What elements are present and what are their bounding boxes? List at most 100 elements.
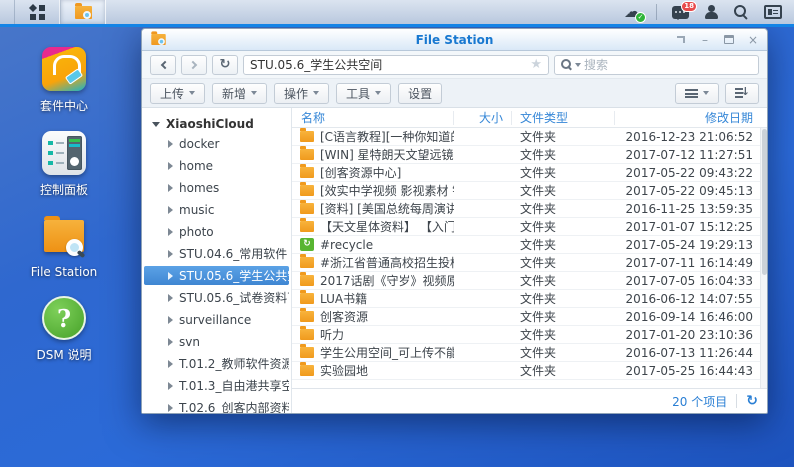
scrollbar-thumb[interactable] bbox=[762, 129, 767, 275]
path-input[interactable] bbox=[250, 58, 530, 72]
sort-button[interactable] bbox=[725, 83, 759, 104]
table-row[interactable]: [效实中学视频 影视素材 锦集] [... 文件夹 2017-05-22 09:… bbox=[292, 182, 767, 200]
chevron-down-icon bbox=[251, 91, 257, 95]
sidebar-item[interactable]: home bbox=[144, 156, 289, 175]
sidebar-item[interactable]: STU.05.6_试卷资料下载 bbox=[144, 288, 289, 307]
back-button[interactable] bbox=[150, 55, 176, 75]
file-name-cell: #recycle bbox=[292, 238, 454, 252]
table-row[interactable]: [C语言教程][一种你知道的第N+... 文件夹 2016-12-23 21:0… bbox=[292, 128, 767, 146]
desktop-icon-file-station[interactable]: File Station bbox=[14, 215, 114, 279]
chevron-right-icon[interactable] bbox=[168, 360, 173, 368]
search-box[interactable] bbox=[554, 55, 759, 75]
column-header-size[interactable]: 大小 bbox=[454, 111, 512, 125]
scrollbar-track[interactable] bbox=[760, 128, 767, 388]
sidebar-item[interactable]: docker bbox=[144, 134, 289, 153]
table-row[interactable]: 实验园地 文件夹 2017-05-25 16:44:43 bbox=[292, 362, 767, 380]
table-row[interactable]: [WIN] 星特朗天文望远镜CD软件 文件夹 2017-07-12 11:27:… bbox=[292, 146, 767, 164]
chevron-right-icon[interactable] bbox=[168, 338, 173, 346]
sidebar-item[interactable]: T.01.3_自由港共享空间 bbox=[144, 376, 289, 395]
table-row[interactable]: 2017话剧《守岁》视频原文件 文件夹 2017-07-05 16:04:33 bbox=[292, 272, 767, 290]
sidebar-item[interactable]: T.01.2_教师软件资源区 bbox=[144, 354, 289, 373]
table-row[interactable]: 听力 文件夹 2017-01-20 23:10:36 bbox=[292, 326, 767, 344]
desktop-icon-dsm-help[interactable]: ? DSM 说明 bbox=[14, 296, 114, 363]
sidebar-item[interactable]: surveillance bbox=[144, 310, 289, 329]
file-date-cell: 2017-07-05 16:04:33 bbox=[615, 274, 767, 288]
sidebar-item[interactable]: photo bbox=[144, 222, 289, 241]
chevron-right-icon[interactable] bbox=[168, 382, 173, 390]
minimize-button[interactable]: – bbox=[699, 34, 711, 46]
chevron-right-icon[interactable] bbox=[168, 404, 173, 412]
sidebar-item[interactable]: svn bbox=[144, 332, 289, 351]
table-row[interactable]: #recycle 文件夹 2017-05-24 19:29:13 bbox=[292, 236, 767, 254]
file-name: 实验园地 bbox=[320, 362, 368, 379]
table-row[interactable]: LUA书籍 文件夹 2016-06-12 14:07:55 bbox=[292, 290, 767, 308]
action-button[interactable]: 操作 bbox=[274, 83, 329, 104]
column-header-name[interactable]: 名称 bbox=[292, 111, 454, 125]
refresh-button[interactable]: ↻ bbox=[212, 55, 238, 75]
chevron-right-icon[interactable] bbox=[168, 162, 173, 170]
create-button[interactable]: 新增 bbox=[212, 83, 267, 104]
folder-icon bbox=[300, 203, 314, 214]
chevron-right-icon[interactable] bbox=[168, 206, 173, 214]
column-header-type[interactable]: 文件类型 bbox=[512, 111, 615, 125]
table-row[interactable]: [资料] [美国总统每周演讲 he Pr... 文件夹 2016-11-25 1… bbox=[292, 200, 767, 218]
desktop-icon-control-panel[interactable]: 控制面板 bbox=[14, 131, 114, 198]
forward-button[interactable] bbox=[181, 55, 207, 75]
file-type-cell: 文件夹 bbox=[512, 254, 615, 271]
notifications-button[interactable]: 18 bbox=[672, 6, 689, 19]
close-button[interactable]: × bbox=[747, 34, 759, 46]
user-menu-button[interactable] bbox=[704, 5, 719, 19]
refresh-list-button[interactable]: ↻ bbox=[746, 394, 758, 408]
chevron-right-icon bbox=[189, 60, 197, 68]
file-list: [C语言教程][一种你知道的第N+... 文件夹 2016-12-23 21:0… bbox=[292, 128, 767, 388]
sidebar-item[interactable]: homes bbox=[144, 178, 289, 197]
chevron-right-icon[interactable] bbox=[168, 184, 173, 192]
main-menu-button[interactable] bbox=[14, 0, 60, 24]
chevron-right-icon[interactable] bbox=[168, 316, 173, 324]
window-titlebar[interactable]: File Station – × bbox=[142, 29, 767, 51]
sidebar-item[interactable]: T.02.6_创客内部资料 bbox=[144, 398, 289, 413]
path-field[interactable]: ★ bbox=[243, 55, 549, 75]
chevron-right-icon[interactable] bbox=[168, 228, 173, 236]
sidebar-item[interactable]: STU.05.6_学生公共空间 bbox=[144, 266, 289, 285]
file-type-cell: 文件夹 bbox=[512, 146, 615, 163]
cloud-sync-button[interactable]: ☁ ✓ bbox=[624, 4, 641, 21]
column-header-date[interactable]: 修改日期 bbox=[615, 111, 767, 125]
upload-button[interactable]: 上传 bbox=[150, 83, 205, 104]
sidebar-item-label: music bbox=[179, 203, 214, 217]
table-row[interactable]: 学生公用空间_可上传不能删除 文件夹 2016-07-13 11:26:44 bbox=[292, 344, 767, 362]
folder-icon bbox=[300, 238, 314, 251]
search-input[interactable] bbox=[584, 58, 752, 72]
table-row[interactable]: 【天文星体资料】 【入门手册】 文件夹 2017-01-07 15:12:25 bbox=[292, 218, 767, 236]
taskbar-search-button[interactable] bbox=[734, 5, 749, 20]
table-row[interactable]: #浙江省普通高校招生投档及分数... 文件夹 2017-07-11 16:14:… bbox=[292, 254, 767, 272]
view-mode-button[interactable] bbox=[675, 83, 719, 104]
widgets-button[interactable] bbox=[764, 5, 782, 19]
refresh-icon: ↻ bbox=[220, 57, 231, 72]
view-controls bbox=[675, 83, 759, 104]
sidebar-root-item[interactable]: XiaoshiCloud bbox=[142, 114, 291, 134]
chevron-right-icon[interactable] bbox=[168, 250, 173, 258]
pin-button[interactable] bbox=[675, 34, 687, 46]
tools-button[interactable]: 工具 bbox=[336, 83, 391, 104]
settings-button[interactable]: 设置 bbox=[398, 83, 442, 104]
table-row[interactable]: 创客资源 文件夹 2016-09-14 16:46:00 bbox=[292, 308, 767, 326]
taskbar-file-station-button[interactable] bbox=[60, 0, 106, 24]
desktop-icon-package-center[interactable]: 套件中心 bbox=[14, 47, 114, 114]
sidebar-item[interactable]: STU.04.6_常用软件 bbox=[144, 244, 289, 263]
chevron-down-icon bbox=[375, 91, 381, 95]
favorite-star-icon[interactable]: ★ bbox=[530, 57, 542, 72]
chevron-right-icon[interactable] bbox=[168, 140, 173, 148]
chevron-right-icon[interactable] bbox=[168, 294, 173, 302]
chevron-right-icon[interactable] bbox=[168, 272, 173, 280]
folder-icon bbox=[300, 329, 314, 340]
folder-icon bbox=[300, 347, 314, 358]
file-date-cell: 2017-05-25 16:44:43 bbox=[615, 364, 767, 378]
sort-descending-icon bbox=[735, 88, 749, 99]
sidebar-item[interactable]: music bbox=[144, 200, 289, 219]
sidebar-item-label: photo bbox=[179, 225, 214, 239]
maximize-button[interactable] bbox=[723, 34, 735, 46]
table-row[interactable]: [创客资源中心] 文件夹 2017-05-22 09:43:22 bbox=[292, 164, 767, 182]
chevron-down-icon[interactable] bbox=[152, 122, 160, 127]
chevron-down-icon[interactable] bbox=[575, 63, 581, 67]
